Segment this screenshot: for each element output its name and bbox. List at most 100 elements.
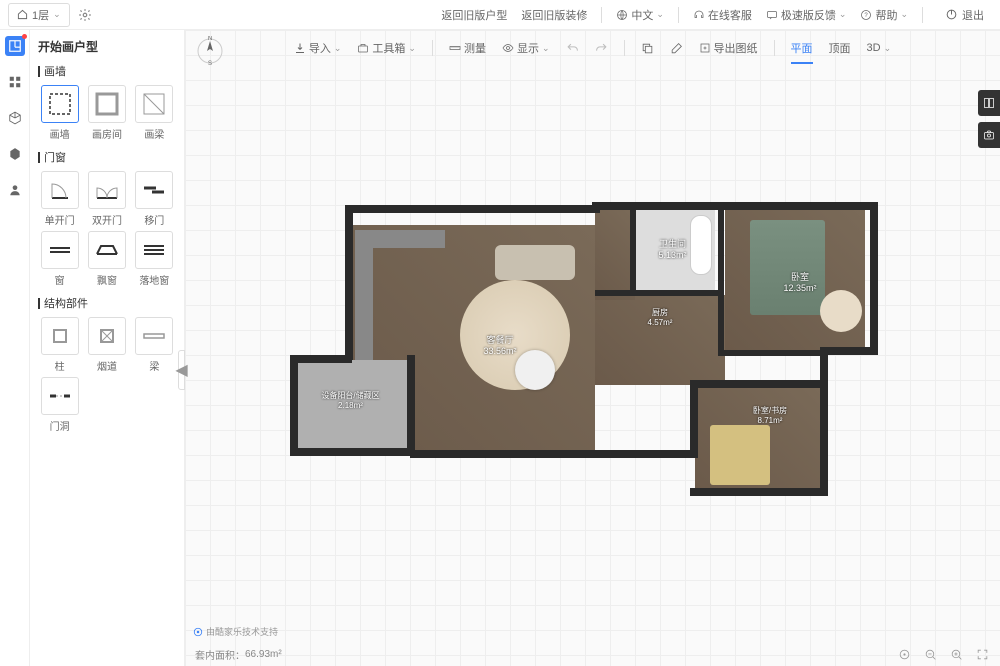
floor-selector[interactable]: 1层 ⌄ [8,3,70,27]
rail-floorplan[interactable] [5,36,25,56]
opening-icon [46,382,74,410]
section-door: 门窗 [38,149,176,165]
person-icon [8,183,22,197]
floorplan-icon [8,39,22,53]
section-struct: 结构部件 [38,295,176,311]
right-float-tools [978,90,1000,154]
tool-double-door[interactable]: 双开门 [85,171,128,227]
label-balcony: 设备阳台/储藏区2.18m² [298,390,403,410]
redo-button[interactable] [595,42,608,55]
area-value: 66.93m² [245,649,282,660]
fullscreen-button[interactable] [974,646,990,662]
service-link[interactable]: 在线客服 [693,7,752,23]
sidebar: 开始画户型 画墙 画墙 画房间 画梁 门窗 单开门 双开门 移门 窗 飘窗 落地… [30,30,185,666]
erase-button[interactable] [670,42,683,55]
tool-window[interactable]: 窗 [38,231,81,287]
label-bed: 卧室12.35m² [765,270,835,293]
beam-icon [140,90,168,118]
section-wall: 画墙 [38,63,176,79]
window-icon [46,236,74,264]
copy-button[interactable] [641,42,654,55]
tool-beam2[interactable]: 梁 [133,317,176,373]
separator [432,40,433,56]
chevron-down-icon: ⌄ [53,9,61,20]
canvas[interactable]: ◀ 导入⌄ 工具箱⌄ 测量 显示⌄ 导出图纸 平面 顶面 3D⌄ N [185,30,1000,666]
svg-text:?: ? [865,13,869,19]
measure-button[interactable]: 测量 [449,40,486,56]
globe-icon [616,9,628,21]
status-bar: 套内面积： 66.93m² [185,642,1000,666]
collapse-handle[interactable]: ◀ [178,350,185,390]
room-icon [93,90,121,118]
double-door-icon [93,176,121,204]
split-view-button[interactable] [978,90,1000,116]
tool-flue[interactable]: 烟道 [85,317,128,373]
credit-text: 由酷家乐技术支持 [193,625,278,638]
chat-icon [766,9,778,21]
sliding-door-icon [140,176,168,204]
toolbox-button[interactable]: 工具箱⌄ [357,40,416,56]
export-button[interactable]: 导出图纸 [699,40,758,56]
zoom-out-button[interactable] [922,646,938,662]
chevron-down-icon: ⌄ [839,9,847,20]
left-rail [0,30,30,666]
exit-button[interactable]: 退出 [937,3,992,27]
tool-floor-window[interactable]: 落地窗 [133,231,176,287]
tab-ceiling[interactable]: 顶面 [829,40,851,56]
tool-sliding-door[interactable]: 移门 [133,171,176,227]
headset-icon [693,9,705,21]
bed-rug [820,290,862,332]
floor-window-icon [140,236,168,264]
help-link[interactable]: ? 帮助⌄ [860,7,908,23]
zoom-in-button[interactable] [948,646,964,662]
gear-icon[interactable] [78,8,92,22]
label-bed2: 卧室/书房8.71m² [730,405,810,425]
language-selector[interactable]: 中文⌄ [616,7,664,23]
undo-button[interactable] [566,42,579,55]
target-icon [898,648,911,661]
return-old-deco-link[interactable]: 返回旧版装修 [521,7,587,23]
toolbox-icon [357,42,369,54]
tool-single-door[interactable]: 单开门 [38,171,81,227]
tool-draw-beam[interactable]: 画梁 [133,85,176,141]
tool-opening[interactable]: 门洞 [38,377,81,433]
rail-grid[interactable] [5,72,25,92]
return-old-plan-link[interactable]: 返回旧版户型 [441,7,507,23]
top-bar: 1层 ⌄ 返回旧版户型 返回旧版装修 中文⌄ 在线客服 极速版反馈⌄ ? 帮助⌄… [0,0,1000,30]
divider [601,7,602,23]
tool-draw-room[interactable]: 画房间 [85,85,128,141]
sofa [495,245,575,280]
import-button[interactable]: 导入⌄ [294,40,342,56]
sidebar-title: 开始画户型 [38,38,176,55]
tool-column[interactable]: 柱 [38,317,81,373]
feedback-link[interactable]: 极速版反馈⌄ [766,7,847,23]
notification-dot [22,34,27,39]
flue-icon [93,322,121,350]
zoom-out-icon [924,648,937,661]
zoom-in-icon [950,648,963,661]
canvas-toolbar: 导入⌄ 工具箱⌄ 测量 显示⌄ 导出图纸 平面 顶面 3D⌄ [185,30,1000,66]
camera-icon [983,129,995,141]
label-living: 客餐厅33.56m² [465,333,535,356]
divider [922,7,923,23]
tab-3d[interactable]: 3D⌄ [867,42,892,54]
bed-furniture [750,220,825,315]
tool-draw-wall[interactable]: 画墙 [38,85,81,141]
rail-cube[interactable] [5,108,25,128]
top-left: 1层 ⌄ [8,3,92,27]
tool-bay-window[interactable]: 飘窗 [85,231,128,287]
rail-hex[interactable] [5,144,25,164]
grid-icon [8,75,22,89]
rail-person[interactable] [5,180,25,200]
tab-plan[interactable]: 平面 [791,40,813,56]
display-button[interactable]: 显示⌄ [502,40,550,56]
export-icon [699,42,711,54]
zoom-controls [896,646,990,662]
kitchen-counter2 [355,230,445,248]
eye-icon [502,42,514,54]
ruler-icon [449,42,461,54]
zoom-fit-button[interactable] [896,646,912,662]
column-icon [46,322,74,350]
floor-label: 1层 [32,7,49,23]
camera-button[interactable] [978,122,1000,148]
